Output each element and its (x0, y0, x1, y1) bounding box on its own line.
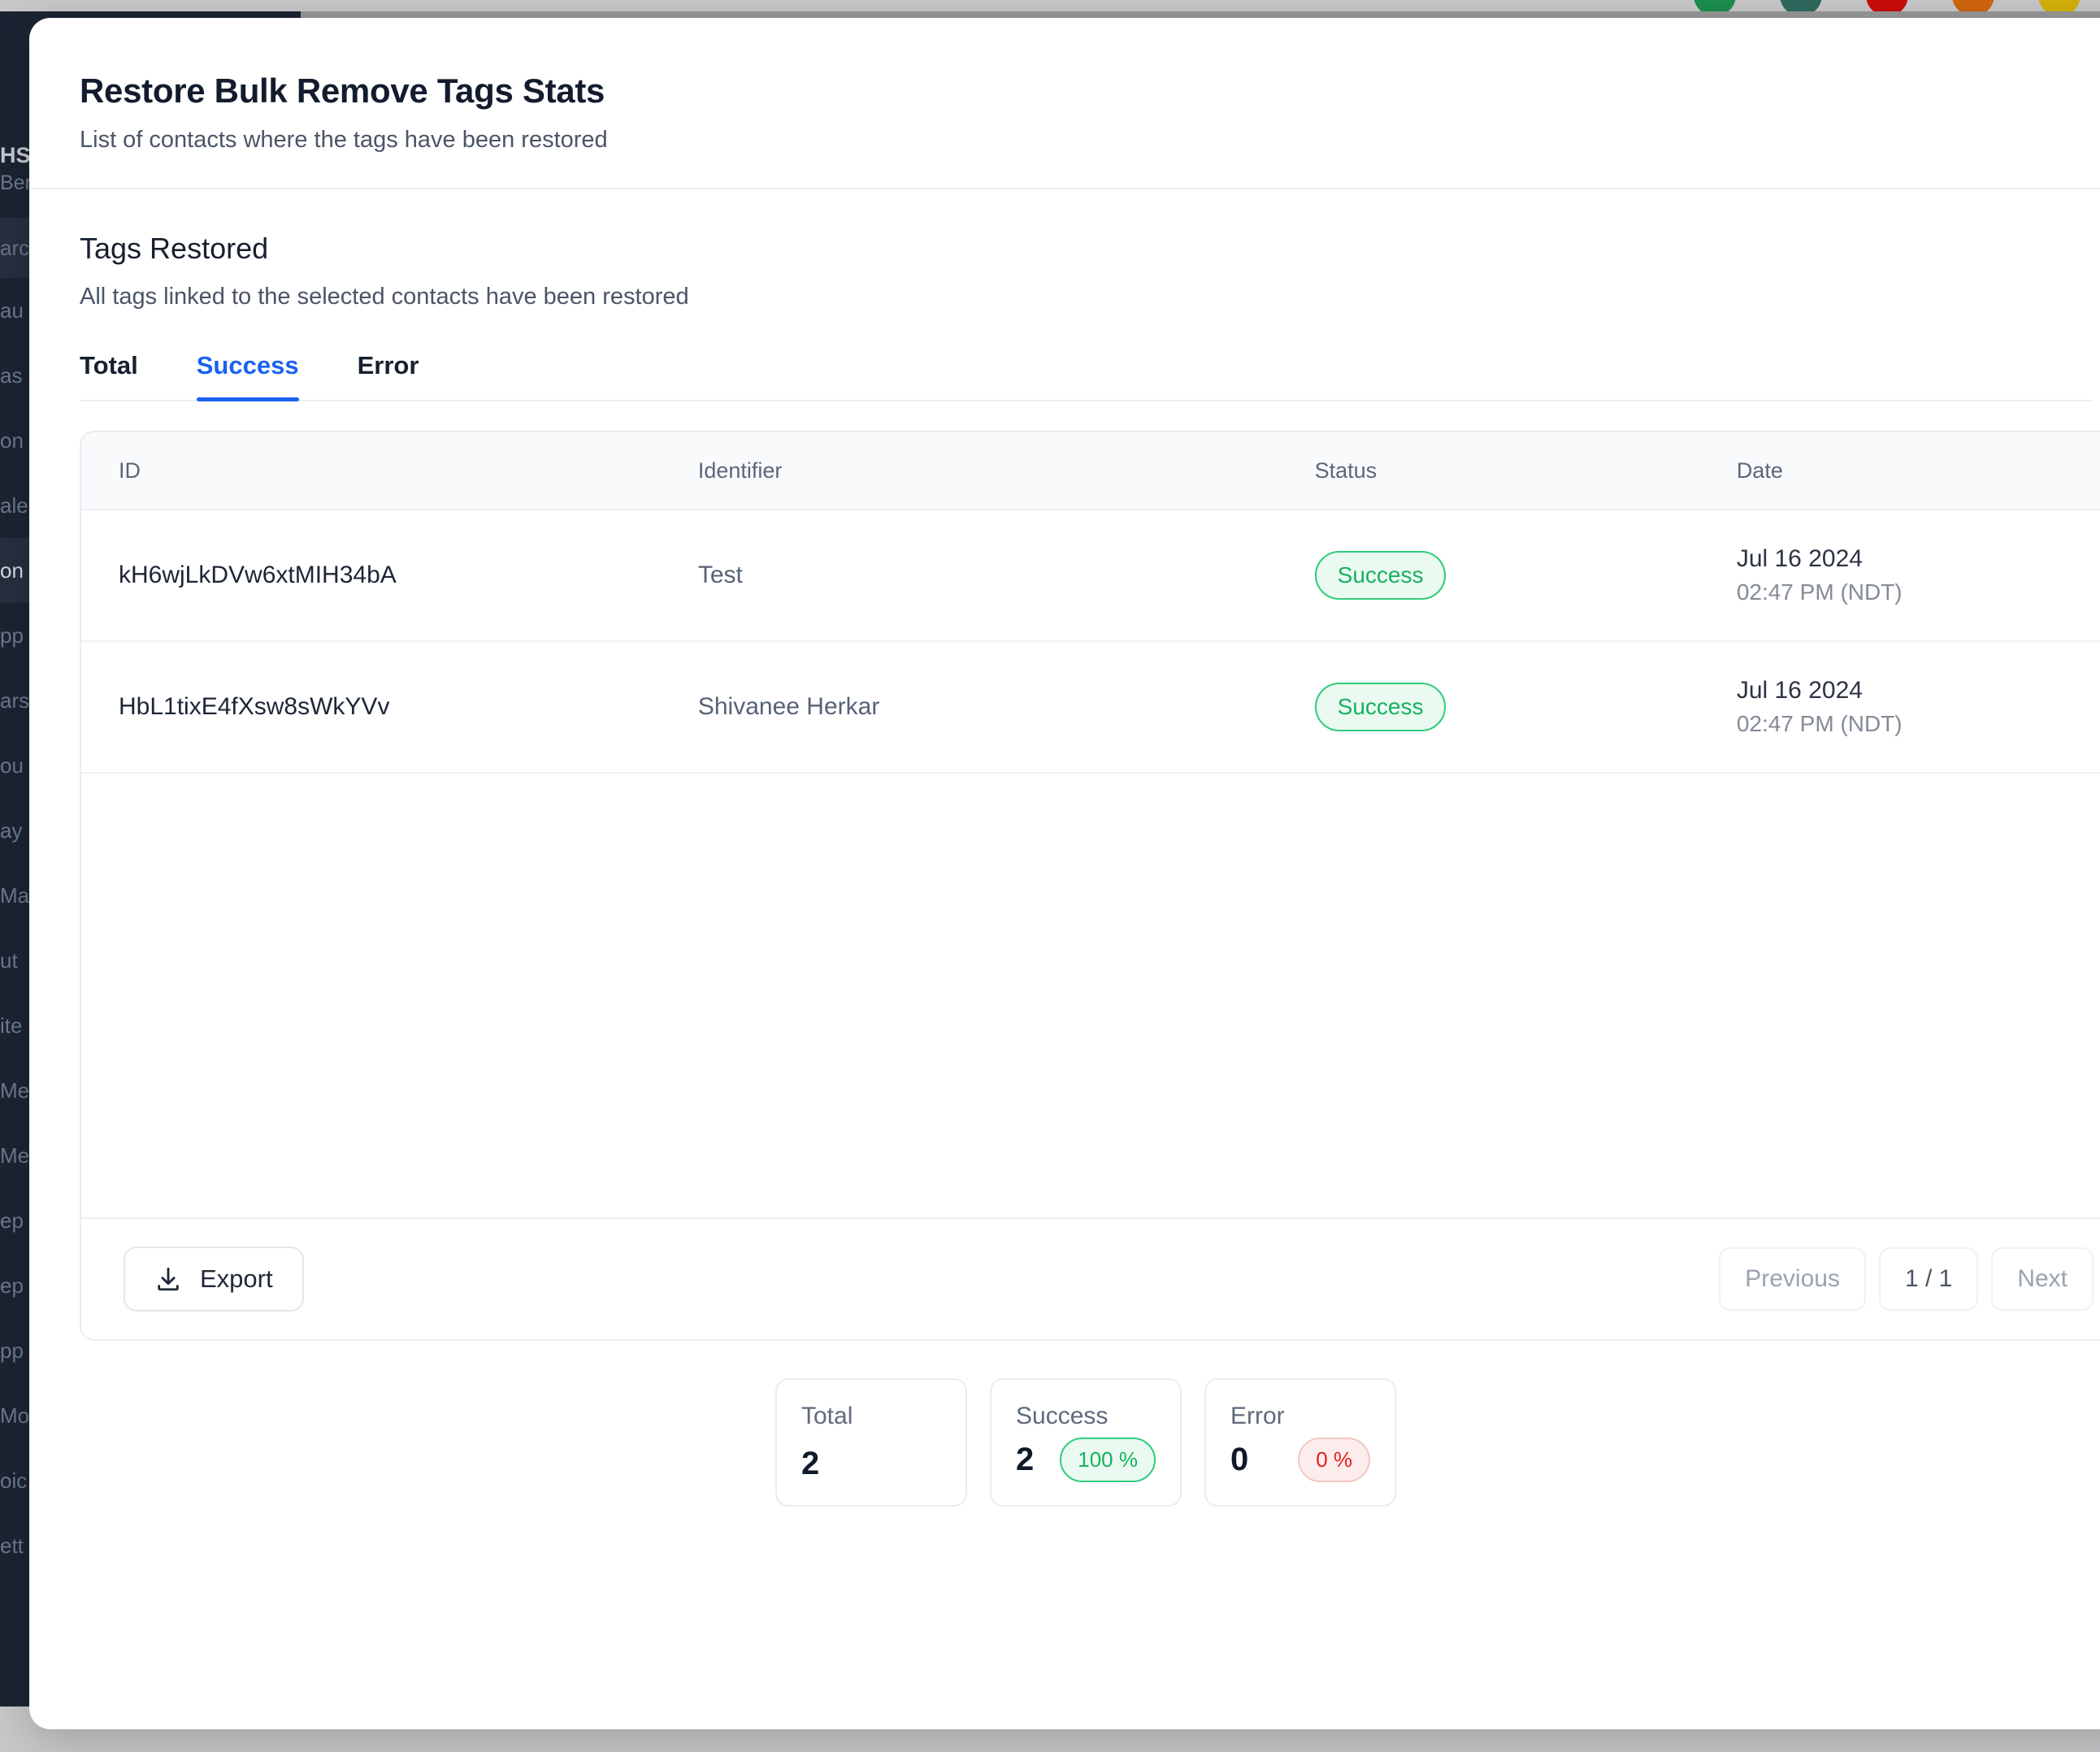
sidebar-search-label: arc (0, 236, 29, 260)
stats-table: IDIdentifierStatusDate kH6wjLkDVw6xtMIH3… (80, 431, 2100, 1341)
tab-success[interactable]: Success (197, 351, 323, 400)
sidebar-item-label: on (0, 558, 24, 583)
summary-card-label: Total (801, 1403, 941, 1430)
download-icon (154, 1264, 182, 1294)
summary-card-label: Error (1230, 1403, 1370, 1430)
summary-card-value-row: 0 0 % (1230, 1438, 1370, 1482)
table-body: kH6wjLkDVw6xtMIH34bA Test Success Jul 16 20… (81, 510, 2100, 774)
table-header-row: IDIdentifierStatusDate (81, 432, 2100, 510)
summary-card-value-row: 2 (801, 1446, 941, 1482)
summary-cards: Total 2 Success 2 100 % Error 0 0 % (29, 1378, 2100, 1507)
row-time-text: 02:47 PM (NDT) (1737, 711, 2100, 737)
sidebar-item-label: ay (0, 818, 22, 843)
row-date-text: Jul 16 2024 (1737, 545, 2100, 573)
sidebar-item-label: on (0, 428, 24, 453)
page-title: Restore Bulk Remove Tags Stats (80, 72, 2100, 111)
tab-label: Success (197, 351, 299, 379)
summary-card-total: Total 2 (775, 1378, 967, 1507)
summary-card-value: 0 (1230, 1442, 1248, 1478)
sidebar-item-label: ut (0, 948, 18, 973)
sidebar-item-label: ite (0, 1013, 22, 1038)
next-page-button[interactable]: Next (1991, 1247, 2093, 1311)
screen: HSR Ben arc auasonaleonpparsouayMarutite… (0, 0, 2100, 1752)
sidebar-item-label: as (0, 363, 22, 388)
table-footer: Export Previous 1 / 1 Next (81, 1217, 2100, 1339)
tab-error[interactable]: Error (358, 351, 444, 400)
cell-id: kH6wjLkDVw6xtMIH34bA (81, 562, 698, 589)
cell-date: Jul 16 2024 02:47 PM (NDT) (1737, 545, 2100, 605)
sidebar-item-label: ou (0, 753, 24, 778)
section-title: Tags Restored (80, 232, 2100, 266)
status-badge: Success (1315, 551, 1447, 600)
sidebar-item-label: ett (0, 1533, 24, 1558)
column-header-identifier: Identifier (698, 458, 1315, 484)
summary-card-value-row: 2 100 % (1016, 1438, 1156, 1482)
tab-label: Error (358, 351, 419, 379)
tab-total[interactable]: Total (80, 351, 163, 400)
sidebar-item-label: ars (0, 688, 29, 713)
row-id-text: kH6wjLkDVw6xtMIH34bA (119, 562, 397, 588)
summary-card-percentage: 0 % (1298, 1438, 1370, 1482)
cell-identifier: Shivanee Herkar (698, 693, 1315, 721)
cell-date: Jul 16 2024 02:47 PM (NDT) (1737, 677, 2100, 737)
row-identifier-text: Test (698, 562, 743, 588)
sidebar-item-label: pp (0, 1338, 24, 1363)
table-row[interactable]: HbL1tixE4fXsw8sWkYVv Shivanee Herkar Succe… (81, 642, 2100, 774)
section-description: All tags linked to the selected contacts… (80, 284, 2100, 310)
pagination: Previous 1 / 1 Next (1719, 1247, 2093, 1311)
summary-card-label: Success (1016, 1403, 1156, 1430)
row-date-text: Jul 16 2024 (1737, 677, 2100, 705)
table-row[interactable]: kH6wjLkDVw6xtMIH34bA Test Success Jul 16 20… (81, 510, 2100, 642)
cell-identifier: Test (698, 562, 1315, 589)
stats-tabs: Total Success Error (80, 351, 2092, 401)
sidebar-item-label: ale (0, 493, 28, 518)
summary-card-value: 2 (801, 1446, 819, 1482)
modal-header: Restore Bulk Remove Tags Stats List of c… (29, 18, 2100, 154)
modal-subtitle: List of contacts where the tags have bee… (80, 127, 2100, 154)
page-indicator: 1 / 1 (1879, 1247, 1978, 1311)
sidebar-item-label: ep (0, 1273, 24, 1298)
tab-label: Total (80, 351, 138, 379)
summary-card-success: Success 2 100 % (990, 1378, 1182, 1507)
status-badge: Success (1315, 683, 1447, 731)
table-empty-space (81, 774, 2100, 1217)
row-time-text: 02:47 PM (NDT) (1737, 579, 2100, 605)
cell-status: Success (1315, 551, 1737, 600)
restore-tags-stats-modal: ✕ Restore Bulk Remove Tags Stats List of… (29, 18, 2100, 1729)
summary-card-error: Error 0 0 % (1204, 1378, 1396, 1507)
row-id-text: HbL1tixE4fXsw8sWkYVv (119, 693, 389, 720)
column-header-status: Status (1315, 458, 1737, 484)
sidebar-item-label: ep (0, 1208, 24, 1233)
tags-restored-section: Tags Restored All tags linked to the sel… (29, 189, 2100, 401)
export-button[interactable]: Export (124, 1247, 304, 1312)
export-button-label: Export (200, 1264, 273, 1294)
cell-status: Success (1315, 683, 1737, 731)
summary-card-percentage: 100 % (1060, 1438, 1156, 1482)
cell-id: HbL1tixE4fXsw8sWkYVv (81, 693, 698, 721)
column-header-id: ID (81, 458, 698, 484)
summary-card-value: 2 (1016, 1442, 1034, 1478)
row-identifier-text: Shivanee Herkar (698, 693, 879, 720)
sidebar-item-label: oic (0, 1468, 27, 1493)
previous-page-button[interactable]: Previous (1719, 1247, 1866, 1311)
sidebar-item-label: pp (0, 623, 24, 648)
column-header-date: Date (1737, 458, 2100, 484)
sidebar-item-label: au (0, 298, 24, 323)
